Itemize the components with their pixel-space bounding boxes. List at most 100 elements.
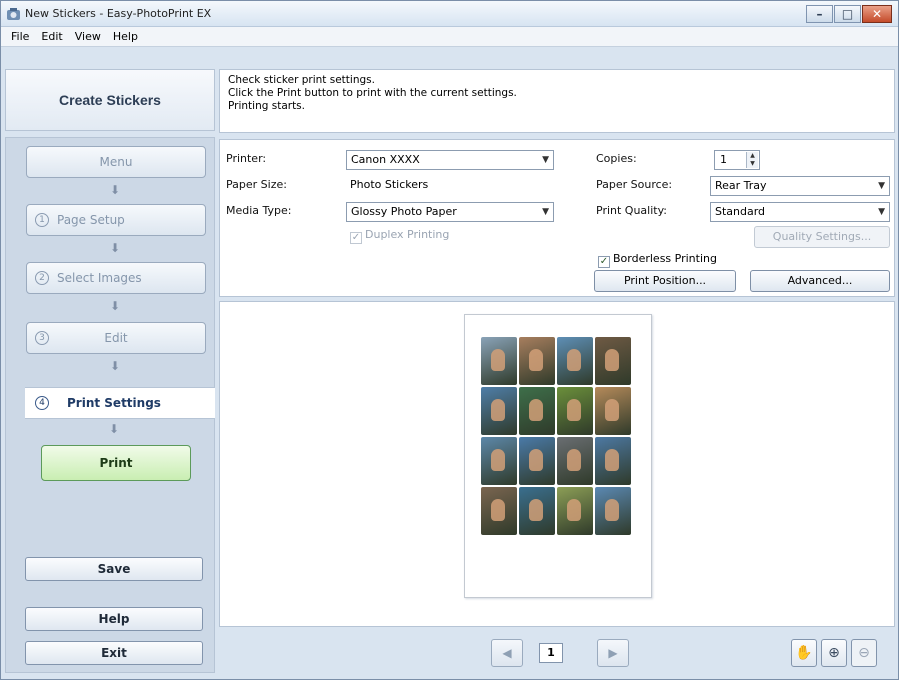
chevron-down-icon: ▼ <box>542 155 549 165</box>
zoom-in-button[interactable]: ⊕ <box>821 639 847 667</box>
menu-file[interactable]: File <box>5 30 35 43</box>
maximize-icon: □ <box>841 7 854 21</box>
exit-button[interactable]: Exit <box>25 641 203 665</box>
title-bar: New Stickers - Easy-PhotoPrint EX – □ ✕ <box>1 1 898 27</box>
checkmark-icon: ✓ <box>598 256 610 268</box>
step-page-setup[interactable]: 1 Page Setup <box>26 204 206 236</box>
print-quality-value: Standard <box>715 205 766 218</box>
down-arrow-icon: ⬇ <box>109 359 121 373</box>
step-label: Select Images <box>57 271 142 285</box>
paper-size-value: Photo Stickers <box>350 178 429 191</box>
window-controls: – □ ✕ <box>806 5 892 23</box>
prev-page-icon: ◀ <box>502 646 512 660</box>
sticker-sheet-preview <box>464 314 652 598</box>
quality-settings-button[interactable]: Quality Settings... <box>754 226 890 248</box>
sticker-grid <box>481 337 635 535</box>
app-icon <box>7 8 20 20</box>
prev-page-button[interactable]: ◀ <box>491 639 523 667</box>
advanced-button[interactable]: Advanced... <box>750 270 890 292</box>
panel-title: Create Stickers <box>59 92 161 108</box>
preview-area <box>219 301 895 627</box>
media-type-value: Glossy Photo Paper <box>351 205 457 218</box>
menu-edit[interactable]: Edit <box>35 30 68 43</box>
media-type-label: Media Type: <box>226 204 292 217</box>
step-number: 4 <box>35 396 49 410</box>
save-button[interactable]: Save <box>25 557 203 581</box>
maximize-button[interactable]: □ <box>834 5 861 23</box>
sticker-photo <box>595 387 631 435</box>
copies-value: 1 <box>720 153 727 166</box>
menu-help[interactable]: Help <box>107 30 144 43</box>
sticker-photo <box>595 337 631 385</box>
print-quality-select[interactable]: Standard ▼ <box>710 202 890 222</box>
sticker-photo <box>481 387 517 435</box>
paper-source-select[interactable]: Rear Tray ▼ <box>710 176 890 196</box>
app-window: New Stickers - Easy-PhotoPrint EX – □ ✕ … <box>0 0 899 680</box>
step-number: 1 <box>35 213 49 227</box>
duplex-checkbox[interactable]: ✓ Duplex Printing <box>350 228 449 244</box>
minimize-button[interactable]: – <box>806 5 833 23</box>
borderless-label: Borderless Printing <box>613 252 717 265</box>
left-panel: Create Stickers Menu ⬇ 1 Page Setup ⬇ 2 … <box>5 69 215 673</box>
window-title: New Stickers - Easy-PhotoPrint EX <box>25 7 212 20</box>
chevron-down-icon: ▼ <box>542 207 549 217</box>
step-select-images[interactable]: 2 Select Images <box>26 262 206 294</box>
print-position-button[interactable]: Print Position... <box>594 270 736 292</box>
instruction-box: Check sticker print settings. Click the … <box>219 69 895 133</box>
sticker-photo <box>557 437 593 485</box>
instruction-line: Check sticker print settings. <box>228 74 375 86</box>
next-page-button[interactable]: ▶ <box>597 639 629 667</box>
sticker-photo <box>519 437 555 485</box>
menu-button-label: Menu <box>99 155 133 169</box>
print-quality-label: Print Quality: <box>596 204 668 217</box>
print-settings-panel: Printer: Canon XXXX ▼ Paper Size: Photo … <box>219 139 895 297</box>
preview-toolbar: ◀ 1 ▶ ✋ ⊕ ⊖ <box>219 629 895 675</box>
sticker-photo <box>481 437 517 485</box>
copies-stepper[interactable]: 1 ▲ ▼ <box>714 150 760 170</box>
close-icon: ✕ <box>871 7 883 21</box>
help-button[interactable]: Help <box>25 607 203 631</box>
borderless-checkbox[interactable]: ✓ Borderless Printing <box>598 252 717 268</box>
menu-view[interactable]: View <box>69 30 107 43</box>
zoom-out-icon: ⊖ <box>858 645 870 661</box>
panel-header: Create Stickers <box>5 69 215 131</box>
printer-value: Canon XXXX <box>351 153 420 166</box>
down-arrow-icon: ⬇ <box>109 299 121 313</box>
menu-bar: File Edit View Help <box>1 27 898 47</box>
step-number: 2 <box>35 271 49 285</box>
chevron-down-icon: ▼ <box>878 181 885 191</box>
menu-button[interactable]: Menu <box>26 146 206 178</box>
spin-arrows-icon[interactable]: ▲ ▼ <box>746 152 758 168</box>
sticker-photo <box>557 387 593 435</box>
down-arrow-icon: ⬇ <box>109 183 121 197</box>
hand-tool-icon: ✋ <box>795 645 813 661</box>
hand-tool-button[interactable]: ✋ <box>791 639 817 667</box>
paper-source-label: Paper Source: <box>596 178 673 191</box>
step-label: Print Settings <box>67 396 161 410</box>
zoom-out-button[interactable]: ⊖ <box>851 639 877 667</box>
media-type-select[interactable]: Glossy Photo Paper ▼ <box>346 202 554 222</box>
sticker-photo <box>595 487 631 535</box>
zoom-in-icon: ⊕ <box>828 645 840 661</box>
chevron-down-icon: ▼ <box>878 207 885 217</box>
instruction-line: Click the Print button to print with the… <box>228 87 517 99</box>
step-edit[interactable]: 3 Edit <box>26 322 206 354</box>
sticker-photo <box>557 337 593 385</box>
sticker-photo <box>519 387 555 435</box>
print-button[interactable]: Print <box>41 445 191 481</box>
step-label: Page Setup <box>57 213 125 227</box>
copies-label: Copies: <box>596 152 637 165</box>
step-label: Edit <box>104 331 128 345</box>
down-arrow-icon: ⬇ <box>108 422 120 436</box>
down-arrow-icon: ⬇ <box>109 241 121 255</box>
duplex-label: Duplex Printing <box>365 228 450 241</box>
printer-select[interactable]: Canon XXXX ▼ <box>346 150 554 170</box>
step-print-settings[interactable]: 4 Print Settings <box>25 387 215 419</box>
sticker-photo <box>481 487 517 535</box>
paper-source-value: Rear Tray <box>715 179 767 192</box>
close-button[interactable]: ✕ <box>862 5 892 23</box>
sticker-photo <box>519 337 555 385</box>
page-number: 1 <box>539 643 563 663</box>
minimize-icon: – <box>816 7 823 21</box>
sticker-photo <box>595 437 631 485</box>
